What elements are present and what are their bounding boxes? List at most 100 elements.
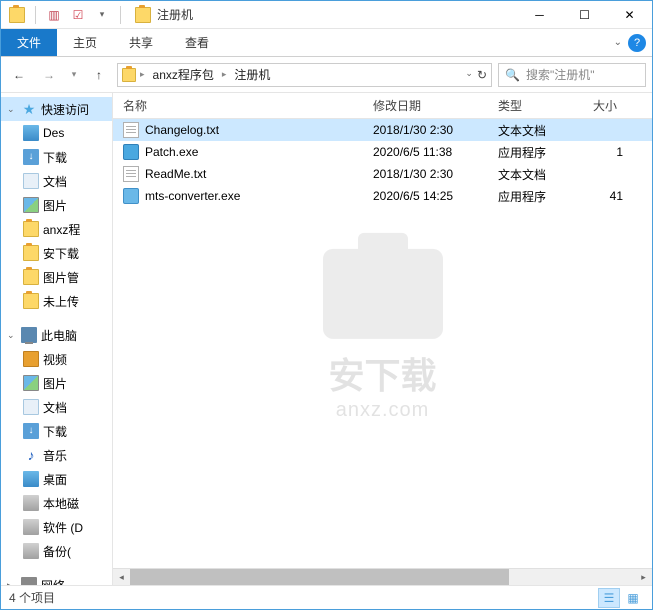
tab-home[interactable]: 主页 <box>57 29 113 56</box>
scrollbar-thumb[interactable] <box>130 569 509 586</box>
ribbon-expand-icon[interactable]: ⌄ <box>614 37 622 48</box>
sidebar-network[interactable]: ▸ 网络 <box>1 573 112 585</box>
sidebar-this-pc[interactable]: ⌄ 此电脑 <box>1 323 112 347</box>
sidebar-item-label: Des <box>43 126 64 140</box>
collapse-icon[interactable]: ⌄ <box>7 330 17 341</box>
download-icon <box>23 149 39 165</box>
scroll-right-icon[interactable]: ▸ <box>635 569 652 586</box>
sidebar-item[interactable]: 视频 <box>1 347 112 371</box>
collapse-icon[interactable]: ⌄ <box>7 104 17 115</box>
sidebar-item-label: 视频 <box>43 351 67 368</box>
sidebar-quick-access[interactable]: ⌄ ★ 快速访问 <box>1 97 112 121</box>
breadcrumb-item[interactable]: 注册机 <box>230 66 274 83</box>
recent-dropdown-icon[interactable]: ▾ <box>67 63 81 87</box>
file-type: 应用程序 <box>488 144 583 161</box>
view-large-icons-icon[interactable]: ▦ <box>622 588 644 608</box>
window-controls: ─ ☐ ✕ <box>517 1 652 29</box>
file-size: 41 <box>583 189 633 203</box>
file-date: 2018/1/30 2:30 <box>363 123 488 137</box>
nav-bar: ← → ▾ ↑ ▸ anxz程序包 ▸ 注册机 ⌄ ↻ 🔍 搜索"注册机" <box>1 57 652 93</box>
column-name[interactable]: 名称 <box>113 93 363 118</box>
file-date: 2020/6/5 11:38 <box>363 145 488 159</box>
sidebar-item[interactable]: 备份( <box>1 539 112 563</box>
disk-icon <box>23 495 39 511</box>
file-name: Changelog.txt <box>145 123 219 137</box>
divider <box>120 6 121 24</box>
sidebar-item[interactable]: 图片 <box>1 371 112 395</box>
sidebar-item[interactable]: 本地磁 <box>1 491 112 515</box>
watermark-text: anxz.com <box>323 398 443 421</box>
txt-icon <box>123 166 139 182</box>
minimize-button[interactable]: ─ <box>517 1 562 29</box>
file-type: 文本文档 <box>488 166 583 183</box>
sidebar-item[interactable]: 图片管 <box>1 265 112 289</box>
watermark: 安下载 anxz.com <box>323 248 443 421</box>
divider <box>35 6 36 24</box>
table-row[interactable]: Patch.exe2020/6/5 11:38应用程序1 <box>113 141 652 163</box>
up-button[interactable]: ↑ <box>87 63 111 87</box>
star-icon: ★ <box>21 101 37 117</box>
folder-icon[interactable] <box>7 5 27 25</box>
table-row[interactable]: ReadMe.txt2018/1/30 2:30文本文档 <box>113 163 652 185</box>
sidebar-item[interactable]: 软件 (D <box>1 515 112 539</box>
horizontal-scrollbar[interactable]: ◂ ▸ <box>113 568 652 585</box>
address-bar[interactable]: ▸ anxz程序包 ▸ 注册机 ⌄ ↻ <box>117 63 492 87</box>
search-input[interactable]: 🔍 搜索"注册机" <box>498 63 646 87</box>
sidebar-item[interactable]: anxz程 <box>1 217 112 241</box>
expand-icon[interactable]: ▸ <box>7 580 17 586</box>
tab-file[interactable]: 文件 <box>1 29 57 56</box>
pc-icon <box>21 327 37 343</box>
sidebar-item[interactable]: Des <box>1 121 112 145</box>
breadcrumb-item[interactable]: anxz程序包 <box>149 66 218 83</box>
column-date[interactable]: 修改日期 <box>363 93 488 118</box>
ribbon: 文件 主页 共享 查看 ⌄ ? <box>1 29 652 57</box>
forward-button[interactable]: → <box>37 63 61 87</box>
sidebar-item[interactable]: ♪音乐 <box>1 443 112 467</box>
sidebar-item-label: 图片 <box>43 197 67 214</box>
sidebar-item[interactable]: 图片 <box>1 193 112 217</box>
maximize-button[interactable]: ☐ <box>562 1 607 29</box>
txt-icon <box>123 122 139 138</box>
back-button[interactable]: ← <box>7 63 31 87</box>
table-row[interactable]: mts-converter.exe2020/6/5 14:25应用程序41 <box>113 185 652 207</box>
sidebar-item[interactable]: 文档 <box>1 395 112 419</box>
help-icon[interactable]: ? <box>628 34 646 52</box>
sidebar-item[interactable]: 文档 <box>1 169 112 193</box>
titlebar: ▥ ☑ ▾ 注册机 ─ ☐ ✕ <box>1 1 652 29</box>
refresh-icon[interactable]: ↻ <box>477 68 487 82</box>
sidebar-item[interactable]: 下载 <box>1 419 112 443</box>
sidebar: ⌄ ★ 快速访问 Des下载文档图片anxz程安下载图片管未上传 ⌄ 此电脑 视… <box>1 93 113 585</box>
table-row[interactable]: Changelog.txt2018/1/30 2:30文本文档 <box>113 119 652 141</box>
doc-icon <box>23 173 39 189</box>
pic-icon <box>23 197 39 213</box>
sidebar-item-label: 网络 <box>41 577 65 586</box>
folder-icon <box>23 221 39 237</box>
tab-share[interactable]: 共享 <box>113 29 169 56</box>
sidebar-item[interactable]: 未上传 <box>1 289 112 313</box>
sidebar-item-label: 此电脑 <box>41 327 77 344</box>
column-type[interactable]: 类型 <box>488 93 583 118</box>
file-type: 应用程序 <box>488 188 583 205</box>
file-size: 1 <box>583 145 633 159</box>
qat-dropdown-icon[interactable]: ▾ <box>92 5 112 25</box>
close-button[interactable]: ✕ <box>607 1 652 29</box>
scroll-left-icon[interactable]: ◂ <box>113 569 130 586</box>
download-icon <box>23 423 39 439</box>
chevron-right-icon[interactable]: ▸ <box>140 69 145 80</box>
chevron-right-icon[interactable]: ▸ <box>222 69 227 80</box>
sidebar-item-label: anxz程 <box>43 221 80 238</box>
desktop-icon <box>23 471 39 487</box>
tab-view[interactable]: 查看 <box>169 29 225 56</box>
sidebar-item[interactable]: 下载 <box>1 145 112 169</box>
column-size[interactable]: 大小 <box>583 93 633 118</box>
folder-icon <box>23 269 39 285</box>
view-details-icon[interactable]: ☰ <box>598 588 620 608</box>
checkbox-icon[interactable]: ☑ <box>68 5 88 25</box>
properties-icon[interactable]: ▥ <box>44 5 64 25</box>
dropdown-icon[interactable]: ⌄ <box>465 68 473 82</box>
file-list: 安下载 anxz.com Changelog.txt 2018/1/30 2:30… <box>113 119 652 568</box>
sidebar-item[interactable]: 安下载 <box>1 241 112 265</box>
folder-icon <box>23 245 39 261</box>
watermark-icon <box>323 248 443 338</box>
sidebar-item[interactable]: 桌面 <box>1 467 112 491</box>
